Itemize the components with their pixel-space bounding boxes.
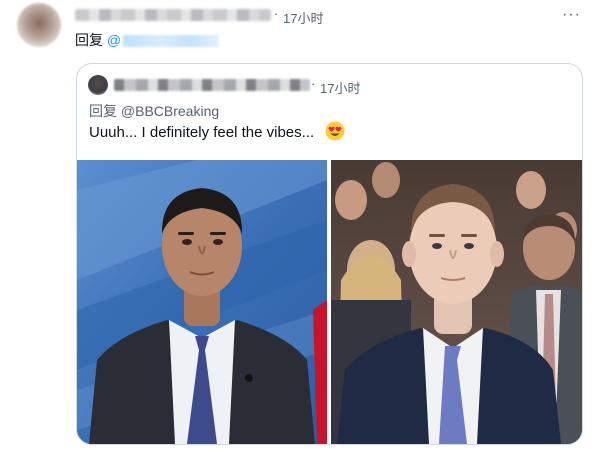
tweet-photo-2[interactable] [331,160,582,444]
photo-1-illustration [77,160,327,444]
reply-tweet[interactable]: · 17小时 ··· 回复 @ · 17小时 回复 @BBCBreaking U… [0,0,599,450]
quoted-tweet-card[interactable]: · 17小时 回复 @BBCBreaking Uuuh... I definit… [76,63,583,445]
quoted-author-avatar[interactable] [88,75,108,95]
heart-eyes-emoji-icon [325,121,345,141]
replying-to-line: 回复 @ [75,30,220,50]
tweet-timestamp[interactable]: 17小时 [283,8,323,27]
quoted-reply-line: 回复 @BBCBreaking [89,103,220,119]
quoted-timestamp[interactable]: 17小时 [320,78,360,97]
reply-handle-redacted [123,35,220,48]
author-name-redacted[interactable] [75,9,271,21]
reply-handle-at: @ [106,32,122,48]
author-avatar[interactable] [17,3,61,47]
tweet-photo-1[interactable] [77,160,327,444]
reply-prefix: 回复 [75,32,103,48]
quoted-tweet-text: Uuuh... I definitely feel the vibes... [89,124,315,141]
quoted-author-name-redacted[interactable] [114,79,310,91]
separator-dot: · [274,6,279,21]
quoted-separator-dot: · [311,76,316,91]
photo-2-illustration [331,160,582,444]
more-options-icon[interactable]: ··· [562,6,581,24]
reply-handle-link[interactable]: @ [106,32,220,48]
